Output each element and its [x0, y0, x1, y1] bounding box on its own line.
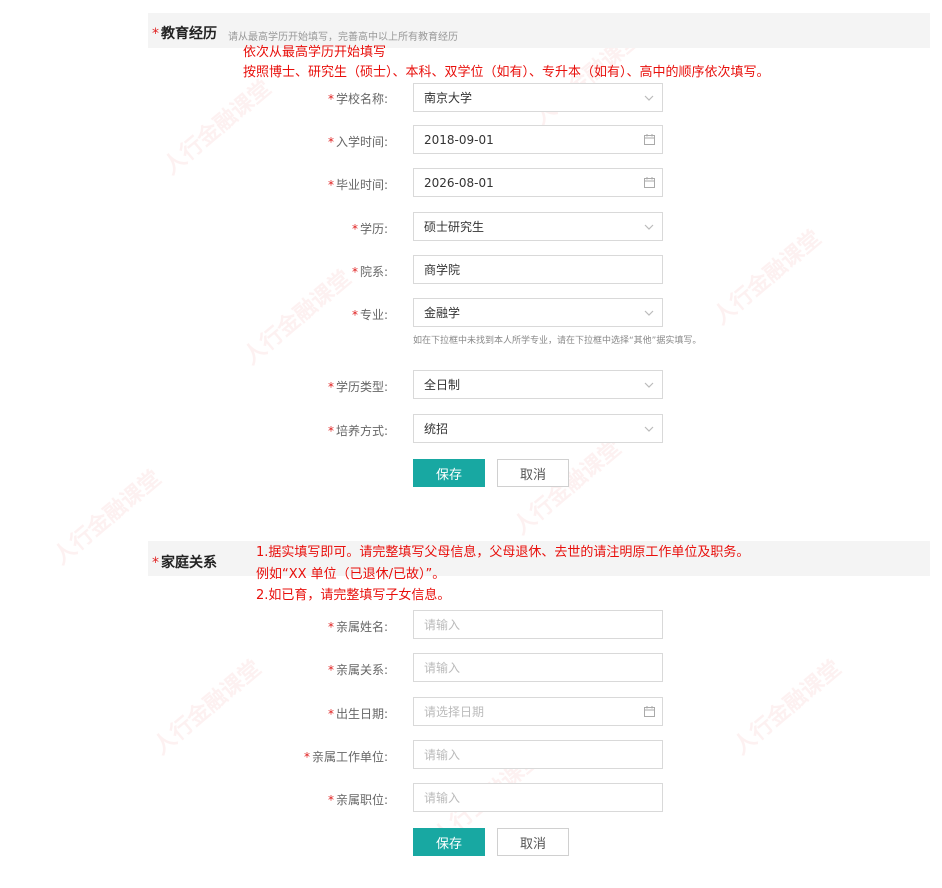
family-cancel-button[interactable]: 取消 [497, 828, 569, 856]
education-note-line1: 依次从最高学历开始填写 [243, 45, 387, 60]
required-mark: * [327, 424, 334, 438]
end-date-value: 2026-08-01 [424, 175, 494, 190]
training-value: 统招 [424, 422, 449, 436]
relative-position-label-text: 亲属职位: [335, 793, 388, 807]
required-mark: * [327, 620, 334, 634]
required-mark: * [327, 793, 334, 807]
required-mark: * [351, 222, 358, 236]
chevron-down-icon [636, 224, 662, 230]
department-label: * 院系: [230, 263, 388, 280]
watermark: 人行金融课堂 [709, 225, 827, 330]
required-mark: * [327, 178, 334, 192]
required-mark: * [327, 707, 334, 721]
degree-select[interactable]: 硕士研究生 [413, 212, 663, 241]
department-label-text: 院系: [359, 265, 388, 279]
calendar-icon [636, 706, 662, 717]
training-label-text: 培养方式: [335, 424, 388, 438]
watermark: 人行金融课堂 [159, 75, 277, 180]
end-date-picker[interactable]: 2026-08-01 [413, 168, 663, 197]
chevron-down-icon [636, 382, 662, 388]
school-label-text: 学校名称: [335, 92, 388, 106]
training-select[interactable]: 统招 [413, 414, 663, 443]
end-date-label: * 毕业时间: [230, 176, 388, 193]
birth-date-placeholder: 请选择日期 [424, 705, 485, 719]
degree-label: * 学历: [230, 220, 388, 237]
required-mark: * [327, 380, 334, 394]
family-title-text: 家庭关系 [161, 555, 217, 571]
birth-date-label-text: 出生日期: [335, 707, 388, 721]
relative-employer-input[interactable] [413, 740, 663, 769]
required-mark: * [303, 750, 310, 764]
chevron-down-icon [636, 426, 662, 432]
family-note-line1: 1.据实填写即可。请完整填写父母信息，父母退休、去世的请注明原工作单位及职务。 [256, 545, 750, 560]
chevron-down-icon [636, 310, 662, 316]
start-date-value: 2018-09-01 [424, 132, 494, 147]
edu-type-value: 全日制 [424, 378, 461, 392]
major-label-text: 专业: [359, 308, 388, 322]
required-mark: * [351, 265, 358, 279]
required-mark: * [351, 308, 358, 322]
required-mark: * [152, 555, 159, 571]
required-mark: * [152, 26, 159, 42]
watermark: 人行金融课堂 [729, 655, 847, 760]
school-select[interactable]: 南京大学 [413, 83, 663, 112]
department-input[interactable]: 商学院 [413, 255, 663, 284]
required-mark: * [327, 663, 334, 677]
relative-name-input[interactable] [413, 610, 663, 639]
required-mark: * [327, 92, 334, 106]
relative-name-label: * 亲属姓名: [230, 618, 388, 635]
school-label: * 学校名称: [230, 90, 388, 107]
chevron-down-icon [636, 95, 662, 101]
family-save-button[interactable]: 保存 [413, 828, 485, 856]
degree-label-text: 学历: [359, 222, 388, 236]
birth-date-picker[interactable]: 请选择日期 [413, 697, 663, 726]
major-select[interactable]: 金融学 [413, 298, 663, 327]
family-note-line2: 例如“XX 单位（已退休/已故）”。 [256, 567, 446, 582]
relative-employer-label: * 亲属工作单位: [230, 748, 388, 765]
required-mark: * [327, 135, 334, 149]
education-subtitle: 请从最高学历开始填写，完善高中以上所有教育经历 [228, 32, 458, 43]
education-cancel-button[interactable]: 取消 [497, 459, 569, 487]
relative-relation-label-text: 亲属关系: [335, 663, 388, 677]
major-help-text: 如在下拉框中未找到本人所学专业，请在下拉框中选择“其他”据实填写。 [413, 336, 702, 346]
relative-position-label: * 亲属职位: [230, 791, 388, 808]
start-date-label-text: 入学时间: [335, 135, 388, 149]
edu-type-label-text: 学历类型: [335, 380, 388, 394]
edu-type-select[interactable]: 全日制 [413, 370, 663, 399]
relative-employer-label-text: 亲属工作单位: [311, 750, 388, 764]
edu-type-label: * 学历类型: [230, 378, 388, 395]
family-section-title: * 家庭关系 [152, 552, 217, 572]
relative-position-input[interactable] [413, 783, 663, 812]
education-save-button[interactable]: 保存 [413, 459, 485, 487]
relative-relation-label: * 亲属关系: [230, 661, 388, 678]
major-value: 金融学 [424, 306, 461, 320]
birth-date-label: * 出生日期: [230, 705, 388, 722]
calendar-icon [636, 177, 662, 188]
relative-name-label-text: 亲属姓名: [335, 620, 388, 634]
end-date-label-text: 毕业时间: [335, 178, 388, 192]
family-note-line3: 2.如已育，请完整填写子女信息。 [256, 588, 451, 603]
education-note-line2: 按照博士、研究生（硕士）、本科、双学位（如有）、专升本（如有）、高中的顺序依次填… [243, 65, 770, 80]
education-section-title: * 教育经历 [152, 23, 217, 43]
calendar-icon [636, 134, 662, 145]
department-value: 商学院 [424, 263, 461, 277]
relative-relation-input[interactable] [413, 653, 663, 682]
start-date-picker[interactable]: 2018-09-01 [413, 125, 663, 154]
major-label: * 专业: [230, 306, 388, 323]
training-label: * 培养方式: [230, 422, 388, 439]
degree-value: 硕士研究生 [424, 220, 485, 234]
education-title-text: 教育经历 [161, 26, 217, 42]
school-value: 南京大学 [424, 91, 473, 105]
start-date-label: * 入学时间: [230, 133, 388, 150]
